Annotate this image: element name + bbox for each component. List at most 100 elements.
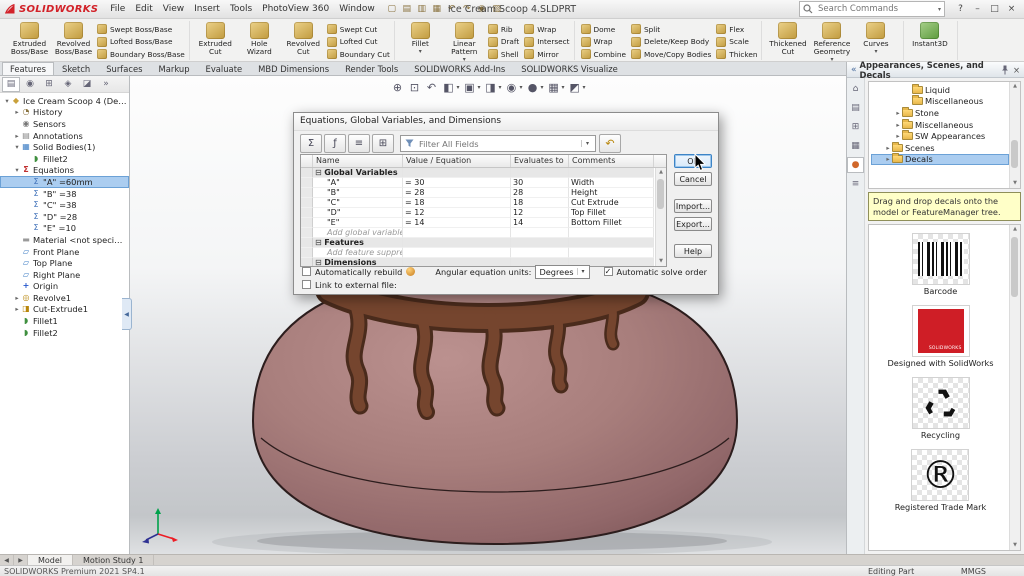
dialog-button[interactable]: Export... <box>674 217 712 231</box>
scrollbar-thumb[interactable] <box>1011 140 1018 168</box>
dialog-button[interactable]: Cancel <box>674 172 712 186</box>
model-tab[interactable]: Motion Study 1 <box>73 555 154 565</box>
appearances-tree-item[interactable]: ▸ Miscellaneous <box>871 119 1009 131</box>
equation-row[interactable]: Global Variables <box>301 168 656 178</box>
appearances-tree-item[interactable]: ▸ SW Appearances <box>871 130 1009 142</box>
tree-expander-icon[interactable]: ▸ <box>884 144 892 152</box>
help-button[interactable]: ? <box>952 2 969 17</box>
dialog-button[interactable]: Import... <box>674 199 712 213</box>
feature-tree-item[interactable]: ▸ Annotations <box>0 130 129 142</box>
appearances-tree-item[interactable]: ▸ Stone <box>871 107 1009 119</box>
ribbon-button[interactable]: Instant3D ▾ <box>908 21 951 48</box>
ribbon-tab[interactable]: Features <box>2 62 54 75</box>
close-button[interactable]: × <box>1003 2 1020 17</box>
menu-item[interactable]: File <box>105 4 130 14</box>
pin-icon[interactable] <box>1001 65 1009 75</box>
ribbon-button-small[interactable]: Scale <box>716 36 757 49</box>
configurationmanager-tab-icon[interactable]: ⊞ <box>40 77 58 92</box>
ribbon-tab[interactable]: Render Tools <box>337 62 406 75</box>
ribbon-button[interactable]: Curves ▾ <box>854 21 897 62</box>
equation-row[interactable]: "A" = 30 30 Width <box>301 178 656 188</box>
hide-show-items-icon[interactable]: ◉ ▾ <box>504 80 522 95</box>
ribbon-button[interactable]: Linear Pattern ▾ <box>443 21 486 62</box>
display-style-icon[interactable]: ◨ ▾ <box>483 80 501 95</box>
feature-tree-item[interactable]: Material <not specified> <box>0 234 129 246</box>
feature-tree-item[interactable]: "D" =28 <box>0 211 129 223</box>
ribbon-tab[interactable]: SOLIDWORKS Visualize <box>513 62 626 75</box>
maximize-button[interactable]: □ <box>986 2 1003 17</box>
zoom-fit-icon[interactable]: ⊕ ▾ <box>390 80 404 95</box>
scroll-down-icon[interactable]: ▼ <box>1010 179 1020 188</box>
ribbon-button[interactable]: Revolved Boss/Base ▾ <box>52 21 95 56</box>
view-settings-icon[interactable]: ◩ ▾ <box>568 80 586 95</box>
sketch-equation-view-icon[interactable]: ƒ <box>324 134 346 153</box>
scroll-down-icon[interactable]: ▼ <box>1010 541 1020 550</box>
ribbon-button-small[interactable]: Boundary Cut <box>327 48 390 61</box>
ribbon-tab[interactable]: SOLIDWORKS Add-Ins <box>406 62 513 75</box>
tree-expander-icon[interactable]: ▾ <box>13 166 21 174</box>
displaymanager-tab-icon[interactable]: ◪ <box>78 77 96 92</box>
feature-tree-item[interactable]: ▸ Cut-Extrude1 <box>0 304 129 316</box>
scroll-up-icon[interactable]: ▲ <box>656 168 666 177</box>
menu-item[interactable]: Edit <box>130 4 157 14</box>
tree-scrollbar[interactable]: ▲ ▼ <box>1009 82 1020 188</box>
previous-view-icon[interactable]: ↶ ▾ <box>424 80 438 95</box>
ribbon-button-small[interactable]: Mirror <box>524 48 569 61</box>
ribbon-tab[interactable]: Sketch <box>54 62 98 75</box>
feature-tree-item[interactable]: "C" =38 <box>0 199 129 211</box>
menu-item[interactable]: Tools <box>225 4 257 14</box>
ribbon-button-small[interactable]: Intersect <box>524 36 569 49</box>
featuremanager-collapse-handle[interactable]: ◀ <box>122 298 132 330</box>
feature-tree-item[interactable]: Top Plane <box>0 257 129 269</box>
equation-row[interactable]: "E" = 14 14 Bottom Fillet <box>301 218 656 228</box>
ribbon-button-small[interactable]: Swept Cut <box>327 23 390 36</box>
new-document-icon[interactable]: ▢ <box>385 2 399 16</box>
feature-tree-item[interactable]: "E" =10 <box>0 223 129 235</box>
equation-row[interactable]: "D" = 12 12 Top Fillet <box>301 208 656 218</box>
menu-item[interactable]: Window <box>334 4 380 14</box>
tree-expander-icon[interactable]: ▸ <box>884 155 892 163</box>
feature-tree-item[interactable]: "A" =60mm <box>0 176 129 188</box>
filter-input[interactable] <box>417 138 578 150</box>
custom-properties-icon[interactable]: ≡ <box>847 176 864 192</box>
view-palette-icon[interactable]: ▦ <box>847 138 864 154</box>
ribbon-button-small[interactable]: Move/Copy Bodies <box>631 48 711 61</box>
ribbon-button[interactable]: Fillet ▾ <box>399 21 442 62</box>
pane-expand-icon[interactable]: » <box>97 77 115 92</box>
feature-tree-item[interactable]: Fillet2 <box>0 153 129 165</box>
scrollbar-thumb[interactable] <box>1011 237 1018 297</box>
column-header-comments[interactable]: Comments <box>569 155 654 167</box>
decal-item[interactable]: ® Registered Trade Mark <box>895 449 987 512</box>
ordered-view-icon[interactable]: ⊞ <box>372 134 394 153</box>
ribbon-button-small[interactable]: Combine <box>581 48 626 61</box>
ribbon-button[interactable]: Revolved Cut ▾ <box>282 21 325 56</box>
angular-units-select[interactable]: Degrees ▾ <box>535 265 589 279</box>
tab-scroll-right-icon[interactable]: ▶ <box>14 555 28 565</box>
undo-button[interactable]: ↶ <box>599 134 621 153</box>
tree-expander-icon[interactable]: ▾ <box>13 143 21 151</box>
appearances-tab-icon[interactable]: ● <box>847 157 864 173</box>
ribbon-button-small[interactable]: Boundary Boss/Base <box>97 48 185 61</box>
ribbon-button-small[interactable]: Lofted Boss/Base <box>97 36 185 49</box>
ribbon-button-small[interactable]: Draft <box>488 36 519 49</box>
feature-tree-item[interactable]: ▾ Solid Bodies(1) <box>0 141 129 153</box>
equation-row[interactable]: Add global variable <box>301 228 656 238</box>
feature-tree-item[interactable]: Fillet2 <box>0 327 129 339</box>
design-library-icon[interactable]: ▤ <box>847 100 864 116</box>
feature-tree-item[interactable]: ▾ Ice Cream Scoop 4 (Default<<Default <box>0 95 129 107</box>
dialog-title[interactable]: Equations, Global Variables, and Dimensi… <box>294 113 718 131</box>
filter-dropdown-arrow-icon[interactable]: ▾ <box>581 140 593 147</box>
ribbon-button-small[interactable]: Rib <box>488 23 519 36</box>
feature-tree-item[interactable]: ▸ Revolve1 <box>0 292 129 304</box>
ribbon-button[interactable]: Thickened Cut ▾ <box>766 21 809 62</box>
link-to-external-file-checkbox[interactable] <box>302 280 311 289</box>
feature-tree-item[interactable]: "B" =38 <box>0 188 129 200</box>
ribbon-button-small[interactable]: Lofted Cut <box>327 36 390 49</box>
menu-item[interactable]: View <box>158 4 189 14</box>
tree-expander-icon[interactable]: ▸ <box>13 108 21 116</box>
automatically-rebuild-checkbox[interactable] <box>302 267 311 276</box>
save-icon[interactable]: ▥ <box>415 2 429 16</box>
scrollbar-thumb[interactable] <box>657 179 664 209</box>
tree-expander-icon[interactable]: ▸ <box>894 109 902 117</box>
column-header-value[interactable]: Value / Equation <box>403 155 511 167</box>
